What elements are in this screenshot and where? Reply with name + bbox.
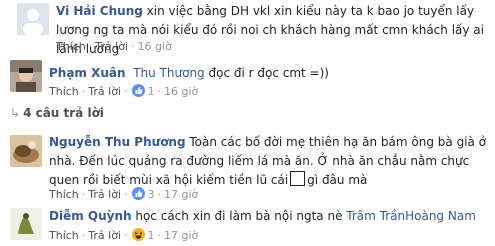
comment-text-end: gì đâu mà xyxy=(307,173,368,187)
comment-actions: Thích · Trả lời · 1 · 16 giờ xyxy=(49,84,199,98)
avatar[interactable] xyxy=(10,208,42,240)
like-reaction-icon[interactable] xyxy=(131,187,145,200)
like-button[interactable]: Thích xyxy=(56,40,86,53)
reaction-count[interactable]: 3 xyxy=(148,188,155,201)
reaction-count[interactable]: 1 xyxy=(148,85,155,98)
reply-arrow-icon: ↳ xyxy=(10,106,21,120)
commenter-name[interactable]: Phạm Xuân xyxy=(49,66,126,80)
comment-actions: Thích · Trả lời · 1 · 17 giờ xyxy=(49,228,199,242)
reply-button[interactable]: Trả lời xyxy=(95,40,128,53)
commenter-name[interactable]: Vi Hải Chung xyxy=(56,4,143,18)
like-button[interactable]: Thích xyxy=(49,188,79,201)
like-button[interactable]: Thích xyxy=(49,229,79,242)
reply-button[interactable]: Trả lời xyxy=(88,85,121,98)
avatar[interactable] xyxy=(17,3,49,35)
avatar[interactable] xyxy=(10,135,42,167)
like-button[interactable]: Thích xyxy=(49,85,79,98)
profile-photo-icon xyxy=(10,60,42,92)
profile-photo-icon xyxy=(10,208,42,240)
comment-text: học cách xin đi làm bà nội ngta nè xyxy=(131,209,347,223)
timestamp[interactable]: 16 giờ xyxy=(138,40,172,53)
reply-button[interactable]: Trả lời xyxy=(88,229,121,242)
comment-actions: Thích · Trả lời · 16 giờ xyxy=(56,40,172,53)
comment-body: Nguyễn Thu Phương Toàn các bố đời mẹ thi… xyxy=(49,133,489,190)
timestamp[interactable]: 17 giờ xyxy=(164,188,198,201)
timestamp[interactable]: 17 giờ xyxy=(164,229,198,242)
like-reaction-icon[interactable] xyxy=(131,84,145,97)
comment-actions: Thích · Trả lời · 3 · 17 giờ xyxy=(49,187,199,201)
default-avatar-icon xyxy=(17,3,49,35)
haha-reaction-icon[interactable] xyxy=(131,228,145,241)
replies-count-label[interactable]: 4 câu trả lời xyxy=(23,106,104,120)
commenter-name[interactable]: Diễm Quỳnh xyxy=(49,209,132,223)
avatar[interactable] xyxy=(10,60,42,92)
reaction-count[interactable]: 1 xyxy=(148,229,155,242)
timestamp[interactable]: 16 giờ xyxy=(164,85,198,98)
comment-body: Diễm Quỳnh học cách xin đi làm bà nội ng… xyxy=(49,207,476,226)
comment-text: đọc đi r đọc cmt =)) xyxy=(204,66,329,80)
unrendered-emoji-box-icon xyxy=(290,171,306,186)
reply-button[interactable]: Trả lời xyxy=(88,188,121,201)
view-replies-link[interactable]: ↳ 4 câu trả lời xyxy=(10,106,104,120)
commenter-name[interactable]: Nguyễn Thu Phương xyxy=(49,135,186,149)
tagged-user[interactable]: Trâm Trần xyxy=(346,209,405,223)
tagged-user[interactable]: Hoàng Nam xyxy=(405,209,476,223)
comment-body: Phạm Xuân Thu Thương đọc đi r đọc cmt =)… xyxy=(49,64,329,83)
profile-photo-icon xyxy=(10,135,42,167)
tagged-user[interactable]: Thu Thương xyxy=(133,66,204,80)
